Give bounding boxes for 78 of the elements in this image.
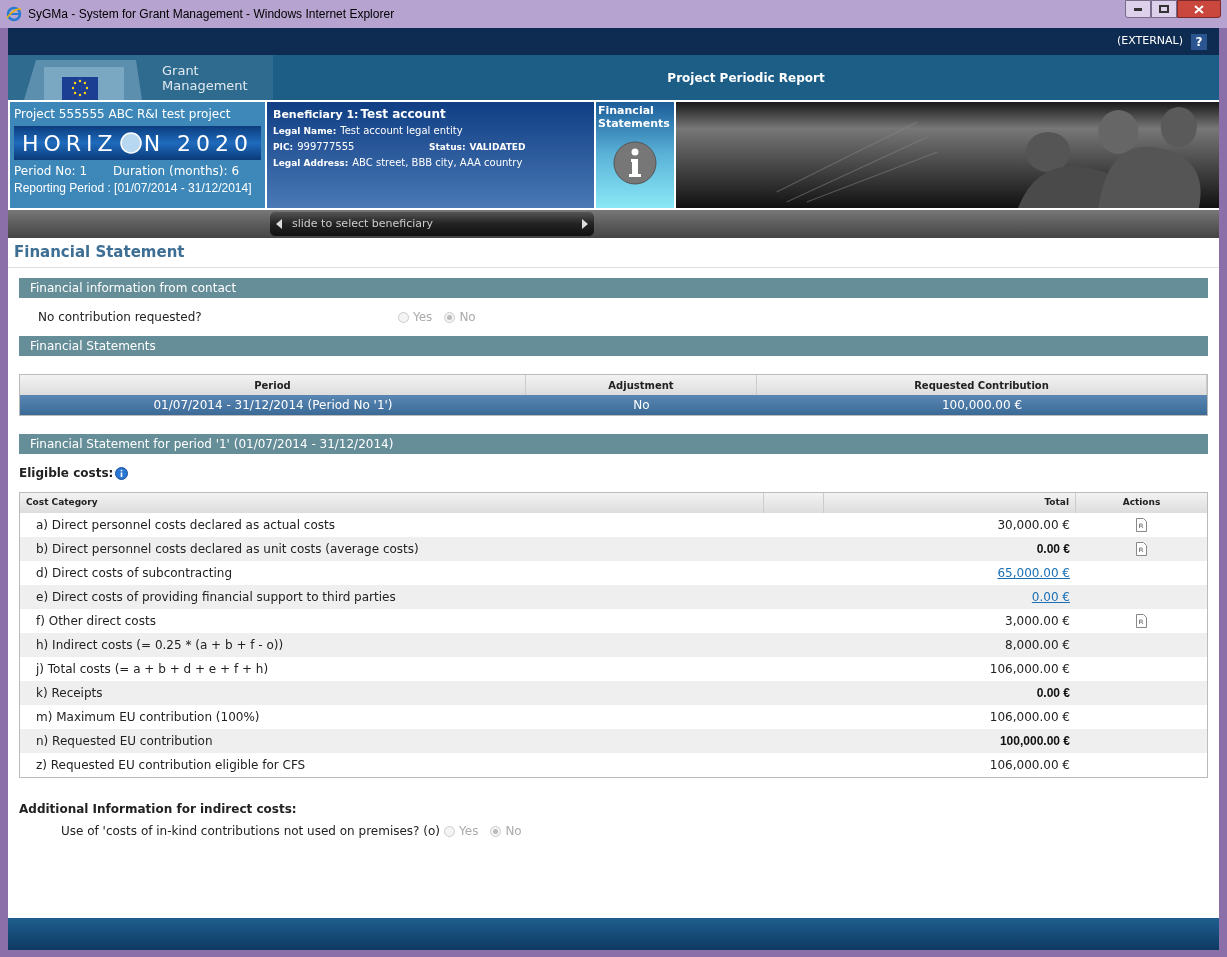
legal-address: ABC street, BBB city, AAA country [352, 156, 523, 170]
window-title: SyGMa - System for Grant Management - Windows Internet Explorer [28, 6, 395, 23]
pic-number: 999777555 [297, 140, 355, 154]
beneficiary-label: Beneficiary 1: [273, 107, 359, 123]
radio-label: Yes [459, 823, 479, 840]
amount: 30,000.00 € [997, 517, 1070, 534]
amount-link[interactable]: 0.00 € [1031, 588, 1070, 606]
cost-category: e) Direct costs of providing financial support to third parties [35, 589, 397, 606]
section-header: Financial Statements [19, 336, 1208, 356]
eligible-costs-label: Eligible costs: [19, 465, 114, 482]
amount: 100,000.00 € [999, 733, 1070, 750]
question-label: No contribution requested? [38, 309, 203, 326]
legal-name: Test account legal entity [340, 124, 463, 138]
duration: Duration (months): 6 [113, 163, 240, 180]
close-icon [1194, 4, 1204, 14]
document-icon[interactable] [1136, 614, 1147, 628]
cost-category: m) Maximum EU contribution (100%) [35, 709, 261, 726]
slider-text: slide to select beneficiary [292, 215, 435, 232]
table-cell-text: 01/07/2014 - 31/12/2014 (Period No '1') [152, 397, 394, 414]
cost-category: h) Indirect costs (= 0.25 * (a + b + f - o)) [35, 637, 285, 654]
maximize-button[interactable] [1151, 0, 1177, 18]
reporting-period: Reporting Period : [01/07/2014 - 31/12/2014] [14, 180, 253, 197]
project-name: Project 555555 ABC R&I test project [14, 106, 232, 123]
radio-label: No [459, 309, 476, 326]
field-label: Status: [429, 141, 466, 154]
beneficiary-name: Test account [360, 106, 446, 122]
table-row[interactable]: 01/07/2014 - 31/12/2014 (Period No '1') No 100,000.00 € [20, 395, 1207, 415]
amount: 8,000.00 € [1005, 637, 1070, 654]
amount: 0.00 € [1036, 541, 1070, 558]
field-label: Legal Name: [273, 125, 337, 138]
cost-category: d) Direct costs of subcontracting [35, 565, 234, 582]
logo-text: N 2020 [143, 134, 254, 152]
status-value: VALIDATED [469, 141, 526, 154]
cost-category: j) Total costs (= a + b + d + e + f + h) [34, 661, 270, 678]
cost-category: b) Direct personnel costs declared as unit costs (average costs) [35, 541, 420, 558]
page-header-title: Project Periodic Report [666, 69, 826, 87]
amount: 106,000.00 € [989, 661, 1070, 678]
field-label: Legal Address: [273, 157, 349, 170]
table-cell-text: No [632, 397, 651, 414]
maximize-icon [1159, 5, 1169, 13]
minimize-button[interactable] [1125, 0, 1151, 18]
globe-icon [119, 132, 142, 154]
amount-link[interactable]: 65,000.00 € [997, 564, 1070, 582]
period-number: Period No: 1 [14, 163, 88, 180]
minimize-icon [1134, 7, 1142, 11]
column-header: Actions [1121, 496, 1162, 510]
field-label: PIC: [273, 141, 294, 154]
financial-statements-tab[interactable]: Financial Statements [594, 100, 676, 210]
section-header: Financial information from contact [19, 278, 1208, 298]
document-icon[interactable] [1136, 518, 1147, 532]
page-title: Financial Statement [14, 242, 185, 264]
additional-info-title: Additional Information for indirect costs: [18, 801, 298, 818]
right-arrow-icon[interactable] [582, 219, 588, 229]
amount: 0.00 € [1036, 685, 1070, 702]
cost-category: n) Requested EU contribution [35, 733, 214, 750]
cost-category: a) Direct personnel costs declared as actual costs [35, 517, 336, 534]
question-label: Use of 'costs of in-kind contributions not used on premises? (o) [61, 823, 440, 840]
logo-text: HORIZ [21, 134, 118, 152]
user-role: (EXTERNAL) [1116, 33, 1183, 50]
info-icon[interactable] [115, 466, 129, 480]
brand-text: Management [162, 77, 248, 93]
table-cell-text: 100,000.00 € [940, 397, 1024, 414]
amount: 106,000.00 € [989, 709, 1070, 726]
cost-category: z) Requested EU contribution eligible for CFS [35, 757, 307, 774]
help-button[interactable]: ? [1191, 33, 1207, 50]
close-button[interactable] [1177, 0, 1221, 18]
radio-label: No [505, 823, 522, 840]
document-icon[interactable] [1136, 542, 1147, 556]
amount: 106,000.00 € [989, 757, 1070, 774]
amount: 3,000.00 € [1005, 613, 1070, 630]
cost-category: k) Receipts [35, 685, 104, 702]
info-icon [612, 140, 658, 186]
section-header: Financial Statement for period '1' (01/07/2014 - 31/12/2014) [19, 434, 1208, 454]
browser-icon [6, 6, 22, 22]
left-arrow-icon[interactable] [276, 219, 282, 229]
brand-text: Grant [162, 62, 200, 78]
radio-label: Yes [413, 309, 433, 326]
cost-category: f) Other direct costs [35, 613, 157, 630]
